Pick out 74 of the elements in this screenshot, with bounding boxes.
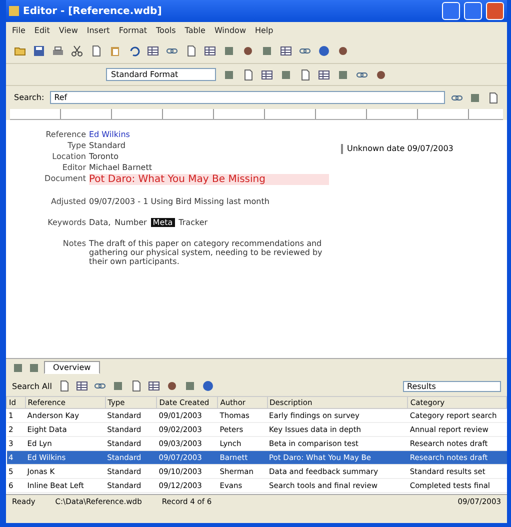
tab[interactable]: Overview: [44, 361, 100, 374]
scissors-icon[interactable]: [71, 45, 83, 57]
style-dropdown[interactable]: Standard Format: [106, 68, 216, 81]
menu-item[interactable]: Window: [214, 26, 246, 35]
field-label: Notes: [62, 239, 86, 250]
square-icon[interactable]: [261, 45, 273, 57]
close-button[interactable]: [486, 2, 504, 20]
square-icon[interactable]: [112, 380, 124, 392]
keyword: Number: [114, 218, 147, 227]
grid-icon[interactable]: [261, 68, 273, 80]
page-icon[interactable]: [242, 68, 254, 80]
maximize-button[interactable]: [464, 2, 482, 20]
field-label: Editor: [61, 163, 86, 172]
field-label: Adjusted: [50, 197, 86, 206]
grid-icon[interactable]: [318, 68, 330, 80]
reference-link[interactable]: Ed Wilkins: [89, 130, 329, 139]
grid-icon[interactable]: [280, 45, 292, 57]
search-field[interactable]: Ref: [50, 91, 445, 104]
page-icon[interactable]: [299, 68, 311, 80]
keyword: Tracker: [178, 218, 208, 227]
keyword: Data,: [89, 218, 111, 227]
square-icon[interactable]: [469, 92, 481, 104]
square-icon[interactable]: [337, 68, 349, 80]
menu-item[interactable]: Insert: [86, 26, 110, 35]
menu-item[interactable]: Edit: [34, 26, 50, 35]
grid-icon[interactable]: [204, 45, 216, 57]
field-value: Toronto: [89, 152, 120, 161]
results-label: Search All: [12, 382, 52, 390]
menu-item[interactable]: Tools: [156, 26, 176, 35]
square-icon[interactable]: [184, 380, 196, 392]
circle-icon[interactable]: [166, 380, 178, 392]
circle-icon[interactable]: [242, 45, 254, 57]
date-note: Unknown date 09/07/2003: [341, 144, 454, 154]
field-label: Document: [44, 174, 86, 185]
menu-item[interactable]: Table: [184, 26, 206, 35]
grid-icon[interactable]: [148, 380, 160, 392]
menu-item[interactable]: File: [12, 26, 26, 35]
grid-icon[interactable]: [147, 45, 159, 57]
grid-icon[interactable]: [76, 380, 88, 392]
menu-item[interactable]: View: [58, 26, 78, 35]
folder-icon[interactable]: [14, 45, 26, 57]
field-value: The draft of this paper on category recommendations and gathering our physical system, needing to be reviewed by their own participants.: [89, 239, 324, 266]
field-label: Location: [51, 152, 86, 161]
menu-item[interactable]: Format: [118, 26, 148, 35]
minimize-button[interactable]: [442, 2, 460, 20]
square-icon[interactable]: [12, 362, 24, 374]
square-icon[interactable]: [28, 362, 40, 374]
page-icon[interactable]: [130, 380, 142, 392]
field-label: Reference: [44, 130, 86, 139]
undo-icon[interactable]: [128, 45, 140, 57]
field-label: Type: [66, 141, 86, 150]
save-icon[interactable]: [33, 45, 45, 57]
page-icon[interactable]: [487, 92, 499, 104]
menu-item[interactable]: Help: [254, 26, 274, 35]
square-icon[interactable]: [223, 68, 235, 80]
page-icon[interactable]: [58, 380, 70, 392]
window-title: Editor - [Reference.wdb]: [23, 6, 163, 16]
print-icon[interactable]: [52, 45, 64, 57]
page-icon[interactable]: [90, 45, 102, 57]
app-icon: [9, 6, 19, 16]
search-label: Search:: [14, 93, 44, 102]
field-value: Michael Barnett: [89, 163, 153, 172]
page-icon[interactable]: [185, 45, 197, 57]
field-value: Standard: [89, 141, 126, 150]
circle-icon[interactable]: [337, 45, 349, 57]
keyword: Meta: [150, 218, 175, 227]
circle-icon[interactable]: [375, 68, 387, 80]
document-title: Pot Daro: What You May Be Missing: [89, 174, 329, 185]
field-value: 09/07/2003 - 1 Using Bird Missing last month: [89, 197, 270, 206]
field-label: Keywords: [46, 218, 86, 227]
square-icon[interactable]: [280, 68, 292, 80]
square-icon[interactable]: [223, 45, 235, 57]
clipboard-icon[interactable]: [109, 45, 121, 57]
results-dropdown[interactable]: Results: [403, 380, 501, 392]
